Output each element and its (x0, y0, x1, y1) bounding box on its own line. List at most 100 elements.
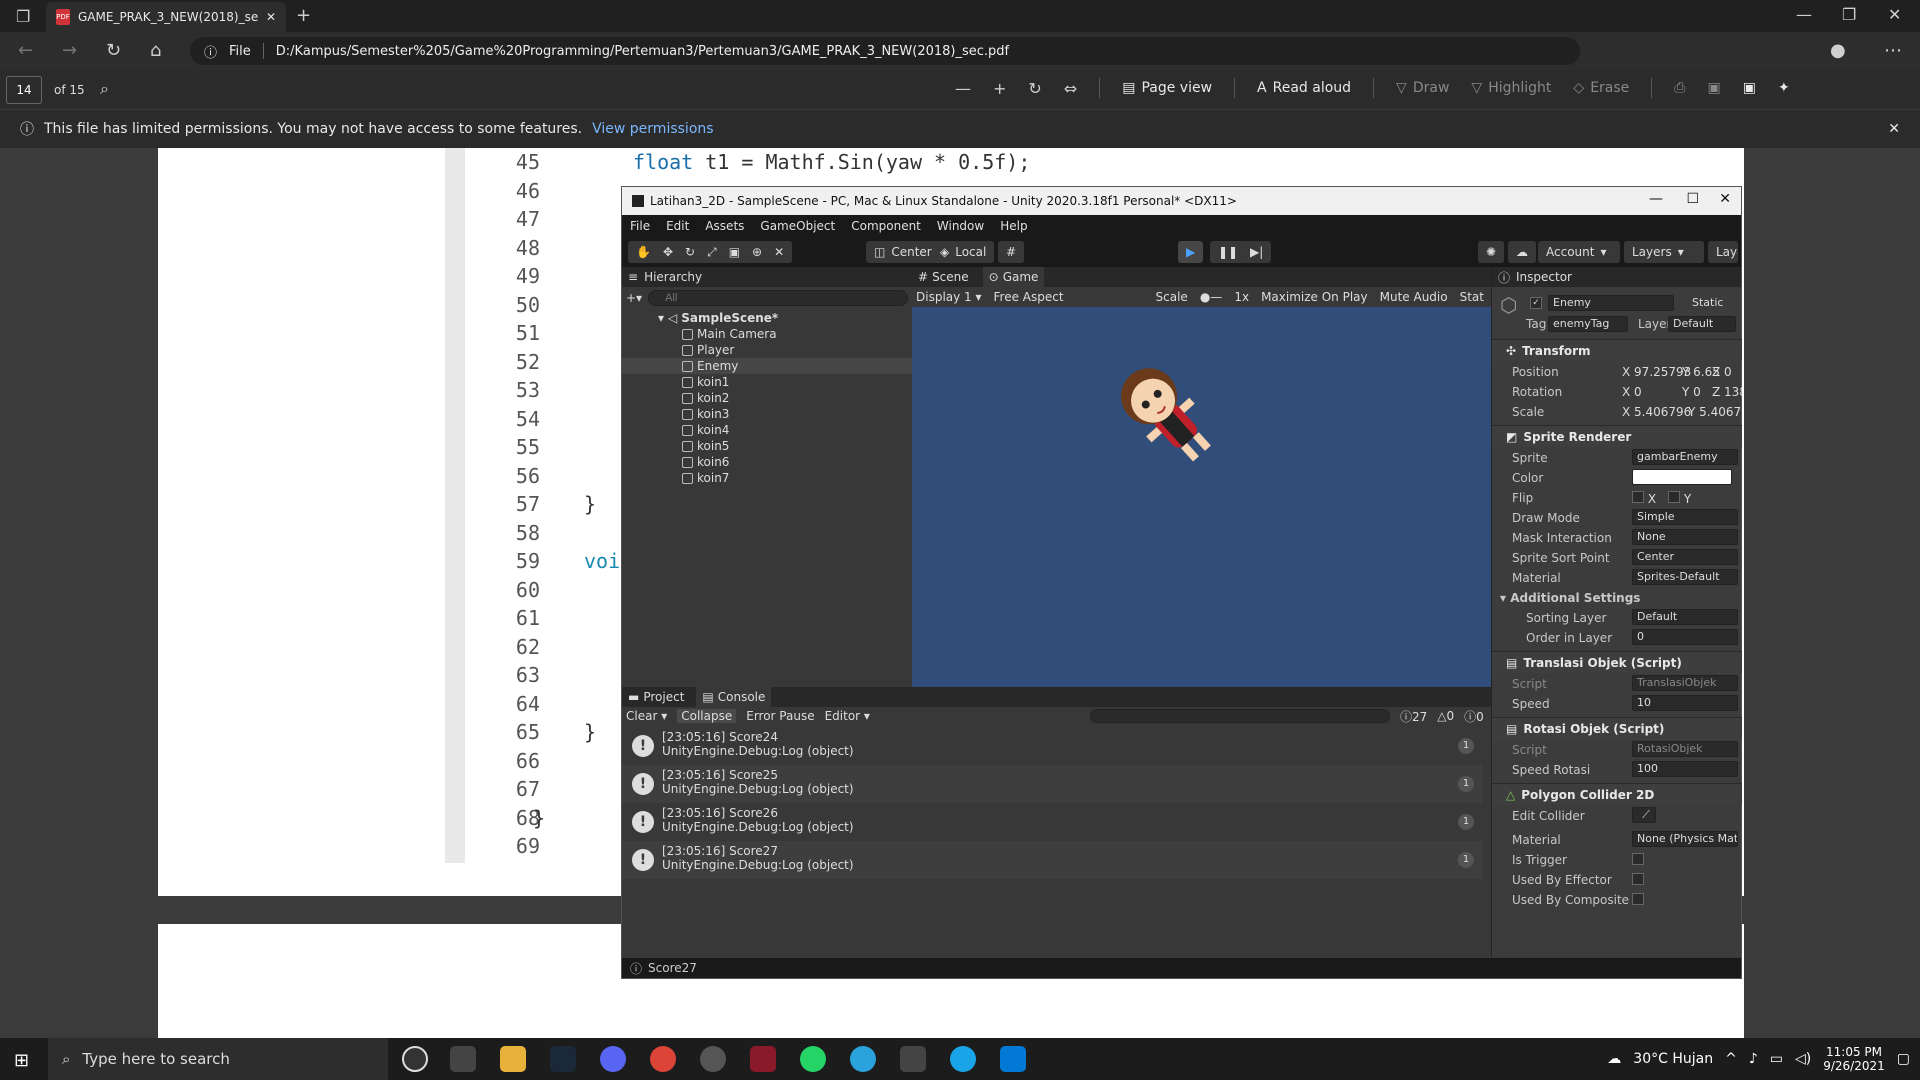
console-entry[interactable]: ! [23:05:16] Score25 UnityEngine.Debug:L… (622, 765, 1482, 803)
transform-header[interactable]: ✣ Transform (1492, 339, 1742, 361)
rotate-icon[interactable]: ↻ (1028, 79, 1041, 98)
hierarchy-item[interactable]: koin1 (682, 375, 729, 389)
add-icon[interactable]: +▾ (626, 291, 642, 305)
erase-button[interactable]: ◇ Erase (1573, 80, 1629, 96)
new-tab-icon[interactable]: + (296, 5, 311, 26)
sprite-renderer-header[interactable]: ◩ Sprite Renderer (1492, 425, 1742, 447)
maximize-on-play-toggle[interactable]: Maximize On Play (1261, 290, 1368, 304)
custom-tool-icon[interactable]: ✕ (774, 245, 784, 259)
used-by-effector-checkbox[interactable] (1632, 873, 1644, 885)
refresh-icon[interactable]: ↻ (106, 40, 121, 61)
sort-point-dropdown[interactable]: Center (1632, 549, 1738, 565)
grid-snap-button[interactable]: # (998, 241, 1025, 263)
account-dropdown[interactable]: Account ▾ (1538, 241, 1620, 263)
move-tool-icon[interactable]: ✥ (663, 245, 673, 259)
close-icon[interactable]: ✕ (1888, 121, 1900, 137)
hierarchy-item[interactable]: Player (682, 343, 734, 357)
console-search-input[interactable] (1089, 709, 1390, 723)
physics-material-field[interactable]: None (Physics Material 2D) (1632, 831, 1738, 847)
hierarchy-item[interactable]: koin3 (682, 407, 729, 421)
mask-interaction-dropdown[interactable]: None (1632, 529, 1738, 545)
clear-dropdown[interactable]: Clear ▾ (626, 709, 667, 723)
home-icon[interactable]: ⌂ (150, 40, 161, 61)
stats-toggle[interactable]: Stat (1460, 290, 1484, 304)
tab-game[interactable]: ⊙ Game (982, 267, 1045, 287)
rotation-x-field[interactable]: X 0 (1622, 385, 1642, 399)
edit-collider-button[interactable]: ⟋ (1632, 807, 1656, 823)
menu-help[interactable]: Help (1000, 219, 1027, 233)
print-icon[interactable]: ⎙ (1674, 80, 1685, 96)
profile-avatar[interactable]: ● (1830, 40, 1846, 61)
tab-scene[interactable]: # Scene (918, 270, 969, 284)
menu-edit[interactable]: Edit (666, 219, 689, 233)
chrome-icon[interactable] (650, 1046, 676, 1072)
menu-assets[interactable]: Assets (705, 219, 744, 233)
hierarchy-item[interactable]: koin6 (682, 455, 729, 469)
cortana-icon[interactable] (402, 1046, 428, 1072)
console-entry[interactable]: ! [23:05:16] Score26 UnityEngine.Debug:L… (622, 803, 1482, 841)
scale-slider[interactable]: ●— (1200, 290, 1222, 304)
display-dropdown[interactable]: Display 1 ▾ (916, 290, 982, 304)
speed-field[interactable]: 10 (1632, 695, 1738, 711)
flip-y-checkbox[interactable]: Y (1668, 491, 1691, 506)
chevron-up-icon[interactable]: ^ (1725, 1051, 1737, 1067)
rotation-z-field[interactable]: Z 138.621 (1712, 385, 1742, 399)
pin-icon[interactable]: ✦ (1778, 80, 1790, 96)
hierarchy-search-input[interactable] (648, 290, 908, 306)
position-x-field[interactable]: X 97.25793 (1622, 365, 1691, 379)
tab-console[interactable]: ▤ Console (696, 687, 772, 707)
close-tab-icon[interactable]: ✕ (266, 10, 276, 24)
restore-window-icon[interactable]: ❐ (1842, 5, 1856, 24)
file-explorer-icon[interactable] (500, 1046, 526, 1072)
mute-audio-toggle[interactable]: Mute Audio (1380, 290, 1448, 304)
hand-tool-icon[interactable]: ✋ (636, 245, 651, 259)
discord-icon[interactable] (600, 1046, 626, 1072)
sorting-layer-dropdown[interactable]: Default (1632, 609, 1738, 625)
order-in-layer-field[interactable]: 0 (1632, 629, 1738, 645)
zoom-in-icon[interactable]: + (993, 79, 1006, 98)
pivot-local-button[interactable]: ◈ Local (932, 241, 995, 263)
more-menu-icon[interactable]: ⋯ (1884, 40, 1902, 61)
game-viewport[interactable] (912, 307, 1497, 687)
scale-y-field[interactable]: Y 5.406796 (1688, 405, 1742, 419)
github-icon[interactable] (700, 1046, 726, 1072)
layers-dropdown[interactable]: Layers ▾ (1624, 241, 1704, 263)
tag-dropdown[interactable]: enemyTag (1548, 316, 1628, 332)
rect-tool-icon[interactable]: ▣ (729, 245, 740, 259)
editor-dropdown[interactable]: Editor ▾ (825, 709, 870, 723)
object-name-field[interactable]: Enemy (1548, 295, 1674, 311)
is-trigger-checkbox[interactable] (1632, 853, 1644, 865)
transform-tool-icon[interactable]: ⊕ (752, 245, 762, 259)
microphone-icon[interactable]: ♪ (1749, 1051, 1758, 1067)
active-checkbox[interactable]: ✓ (1530, 297, 1542, 309)
back-icon[interactable]: ← (18, 40, 33, 61)
position-z-field[interactable]: Z 0 (1712, 365, 1742, 379)
volume-icon[interactable]: ◁) (1795, 1051, 1811, 1067)
static-toggle[interactable]: Static (1692, 296, 1723, 309)
forward-icon[interactable]: → (62, 40, 77, 61)
hierarchy-item[interactable]: koin4 (682, 423, 729, 437)
page-view-button[interactable]: ▤ Page view (1122, 80, 1212, 96)
windows-start-icon[interactable]: ⊞ (14, 1050, 29, 1071)
notification-icon[interactable]: ▢ (1897, 1051, 1910, 1067)
highlight-button[interactable]: ▽ Highlight (1471, 80, 1551, 96)
menu-file[interactable]: File (630, 219, 650, 233)
read-aloud-button[interactable]: A Read aloud (1257, 80, 1351, 96)
save-as-icon[interactable]: ▣ (1743, 80, 1756, 96)
minimize-icon[interactable]: — (1649, 191, 1663, 207)
close-window-icon[interactable]: ✕ (1888, 5, 1901, 24)
menu-gameobject[interactable]: GameObject (760, 219, 835, 233)
network-icon[interactable]: ▭ (1770, 1051, 1783, 1067)
sprite-field[interactable]: gambarEnemy (1632, 449, 1738, 465)
close-icon[interactable]: ✕ (1719, 191, 1731, 207)
taskbar-search[interactable]: ⌕ Type here to search (48, 1038, 388, 1080)
zoom-out-icon[interactable]: — (955, 79, 971, 98)
hierarchy-item[interactable]: koin7 (682, 471, 729, 485)
maximize-icon[interactable]: ☐ (1686, 191, 1699, 207)
menu-window[interactable]: Window (937, 219, 984, 233)
save-icon[interactable]: ▣ (1707, 80, 1720, 96)
hierarchy-item-selected[interactable]: Enemy (682, 359, 738, 373)
weather-text[interactable]: 30°C Hujan (1633, 1051, 1713, 1067)
error-pause-toggle[interactable]: Error Pause (746, 709, 814, 723)
pause-button[interactable]: ❚❚ (1210, 241, 1247, 263)
